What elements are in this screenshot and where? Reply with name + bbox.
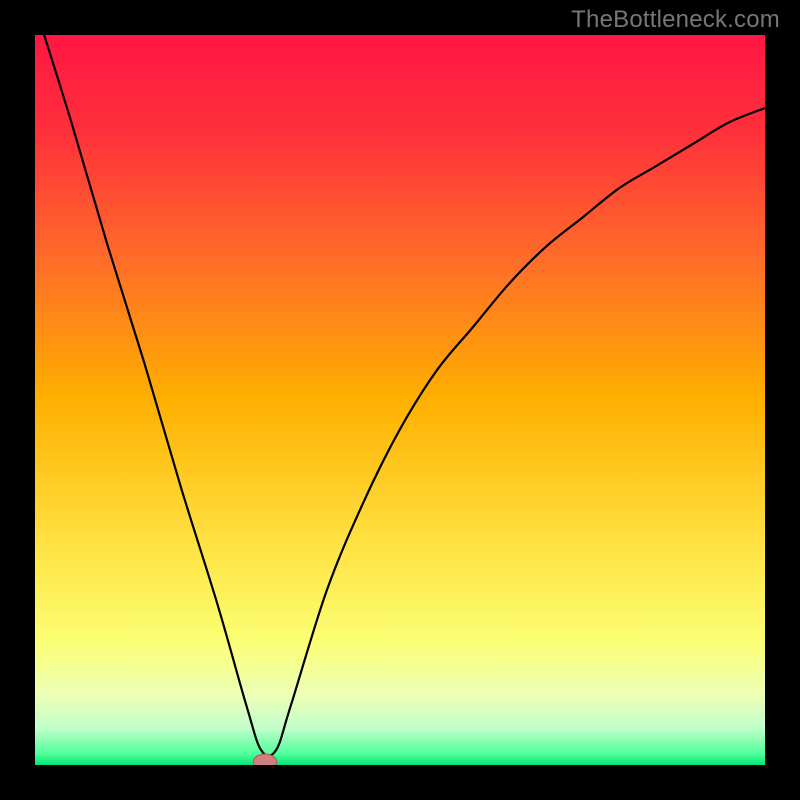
- bottleneck-curve: [35, 35, 765, 765]
- minimum-marker: [253, 754, 276, 765]
- plot-area: [35, 35, 765, 765]
- watermark-text: TheBottleneck.com: [571, 6, 780, 34]
- chart-frame: TheBottleneck.com: [0, 0, 800, 800]
